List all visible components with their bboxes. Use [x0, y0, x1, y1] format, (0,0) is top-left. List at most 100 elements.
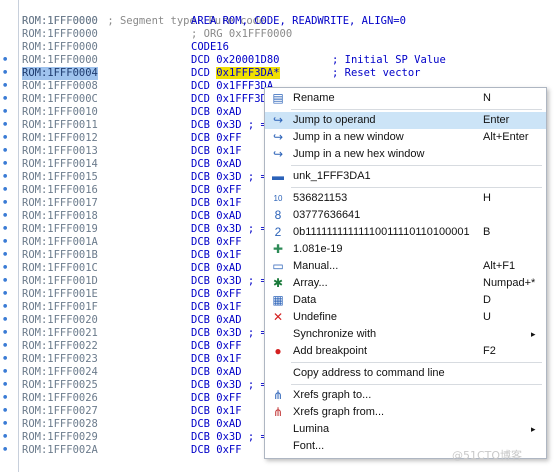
menu-separator	[291, 384, 542, 385]
menu-shortcut: N	[483, 92, 491, 104]
listing-row[interactable]: ROM:1FFF0000 CODE16	[0, 41, 560, 54]
instruction[interactable]: DCB 0xAD	[191, 106, 242, 119]
menu-manual[interactable]: ▭ Manual... Alt+F1	[265, 258, 546, 275]
menu-shortcut: D	[483, 294, 491, 306]
menu-float[interactable]: ✚ 1.081e-19	[265, 241, 546, 258]
menu-item-label: Undefine	[293, 311, 338, 323]
instruction[interactable]: DCB 0xFF	[191, 392, 242, 405]
instruction[interactable]: DCB 0x1F	[191, 197, 242, 210]
instruction[interactable]: DCB 0xFF	[191, 132, 242, 145]
menu-xrefs-to[interactable]: ⋔ Xrefs graph to...	[265, 387, 546, 404]
instruction[interactable]: AREA ROM, CODE, READWRITE, ALIGN=0	[191, 15, 406, 28]
menu-item-label: 536821153	[293, 192, 348, 204]
undefine-x-icon: ✕	[272, 310, 284, 324]
instruction[interactable]: DCB 0x1F	[191, 405, 242, 418]
instruction[interactable]: DCD 0x1FFF3DA	[191, 80, 273, 93]
menu-jump-new-hex-window[interactable]: ↪ Jump in a new hex window	[265, 146, 546, 163]
instruction[interactable]: DCB 0x3D ; =	[191, 275, 267, 288]
segment-header-row[interactable]: ROM:1FFF0000 ; Segment type: Pure code	[0, 2, 560, 27]
line-address: ROM:1FFF0012	[22, 132, 98, 144]
line-address: ROM:1FFF0022	[22, 340, 98, 352]
array-icon: ✱	[272, 276, 284, 290]
menu-synchronize-with[interactable]: Synchronize with ▸	[265, 326, 546, 343]
menu-shortcut: Alt+Enter	[483, 131, 529, 143]
line-address: ROM:1FFF0013	[22, 145, 98, 157]
line-address: ROM:1FFF0023	[22, 353, 98, 365]
instruction[interactable]: DCB 0xFF	[191, 236, 242, 249]
instruction[interactable]: DCB 0xFF	[191, 184, 242, 197]
octal-icon: 8	[274, 208, 282, 222]
instruction[interactable]: CODE16	[191, 41, 229, 54]
menu-jump-new-window[interactable]: ↪ Jump in a new window Alt+Enter	[265, 129, 546, 146]
menu-shortcut: Numpad+*	[483, 277, 536, 289]
instruction[interactable]: DCB 0xAD	[191, 314, 242, 327]
instruction[interactable]: DCB 0x3D ; =	[191, 171, 267, 184]
instruction[interactable]: DCB 0xFF	[191, 340, 242, 353]
listing-row[interactable]: • ROM:1FFF0000 DCD 0x20001D80 ; Initial SP …	[0, 54, 560, 67]
instruction[interactable]: DCB 0x3D ; =	[191, 223, 267, 236]
menu-item-label: Rename	[293, 92, 335, 104]
instruction[interactable]: DCB 0x1F	[191, 145, 242, 158]
gutter-dot-icon: •	[2, 158, 9, 170]
menu-decimal[interactable]: 10 536821153 H	[265, 190, 546, 207]
menu-xrefs-from[interactable]: ⋔ Xrefs graph from...	[265, 404, 546, 421]
line-address: ROM:1FFF0018	[22, 210, 98, 222]
menu-binary[interactable]: 2 0b11111111111110011110110100001 B	[265, 224, 546, 241]
line-address: ROM:1FFF0008	[22, 80, 98, 92]
menu-undefine[interactable]: ✕ Undefine U	[265, 309, 546, 326]
line-address: ROM:1FFF0010	[22, 106, 98, 118]
line-address: ROM:1FFF0017	[22, 197, 98, 209]
menu-array[interactable]: ✱ Array... Numpad+*	[265, 275, 546, 292]
menu-item-label: Xrefs graph to...	[293, 389, 372, 401]
menu-item-label: Add breakpoint	[293, 345, 367, 357]
menu-unk-label[interactable]: ▬ unk_1FFF3DA1	[265, 168, 546, 185]
gutter-dot-icon: •	[2, 418, 9, 430]
instruction[interactable]: DCB 0xAD	[191, 418, 242, 431]
instruction[interactable]: DCB 0x1F	[191, 353, 242, 366]
instruction[interactable]: DCD 0x1FFF3DA	[191, 93, 273, 106]
gutter-dot-icon: •	[2, 314, 9, 326]
menu-copy-address[interactable]: Copy address to command line	[265, 365, 546, 382]
line-address: ROM:1FFF0000	[22, 54, 98, 66]
line-address: ROM:1FFF001E	[22, 288, 98, 300]
gutter-dot-icon: •	[2, 210, 9, 222]
listing-row[interactable]: ROM:1FFF0000 AREA ROM, CODE, READWRITE, A…	[0, 15, 560, 28]
instruction[interactable]: DCB 0xAD	[191, 262, 242, 275]
menu-jump-to-operand[interactable]: ↪ Jump to operand Enter	[265, 112, 546, 129]
instruction[interactable]: DCB 0xAD	[191, 210, 242, 223]
line-address: ROM:1FFF0015	[22, 171, 98, 183]
menu-rename[interactable]: ▤ Rename N	[265, 90, 546, 107]
selected-operand[interactable]: 0x1FFF3DA*	[216, 67, 280, 79]
gutter-dot-icon: •	[2, 54, 9, 66]
gutter-dot-icon: •	[2, 145, 9, 157]
instruction[interactable]: DCB 0x3D ; =	[191, 379, 267, 392]
instruction[interactable]: DCB 0xAD	[191, 366, 242, 379]
instruction[interactable]: DCB 0x3D ; =	[191, 119, 267, 132]
line-address: ROM:1FFF0011	[22, 119, 98, 131]
instruction[interactable]: DCB 0x3D ; =	[191, 431, 267, 444]
menu-data[interactable]: ▦ Data D	[265, 292, 546, 309]
instruction[interactable]: DCB 0xFF	[191, 444, 242, 457]
instruction[interactable]: DCD 0x1FFF3DA*	[191, 67, 280, 80]
menu-octal[interactable]: 8 03777636641	[265, 207, 546, 224]
instruction[interactable]: DCB 0xFF	[191, 288, 242, 301]
instruction[interactable]: DCB 0xAD	[191, 158, 242, 171]
breakpoint-icon: ●	[274, 344, 282, 358]
listing-row[interactable]: • ROM:1FFF0004 DCD 0x1FFF3DA* ; Reset vecto…	[0, 67, 560, 80]
context-menu[interactable]: ▤ Rename N ↪ Jump to operand Enter ↪ Jump in a …	[264, 87, 547, 459]
instruction[interactable]: DCB 0x1F	[191, 249, 242, 262]
line-address: ROM:1FFF001B	[22, 249, 98, 261]
line-address: ROM:1FFF001F	[22, 301, 98, 313]
instruction[interactable]: ; ORG 0x1FFF0000	[191, 28, 292, 41]
menu-lumina[interactable]: Lumina ▸	[265, 421, 546, 438]
menu-separator	[291, 165, 542, 166]
line-address: ROM:1FFF0014	[22, 158, 98, 170]
gutter-dot-icon: •	[2, 353, 9, 365]
instruction[interactable]: DCB 0x3D ; =	[191, 327, 267, 340]
menu-add-breakpoint[interactable]: ● Add breakpoint F2	[265, 343, 546, 360]
instruction[interactable]: DCB 0x1F	[191, 301, 242, 314]
jump-arrow-icon: ↪	[272, 113, 284, 127]
gutter-dot-icon: •	[2, 171, 9, 183]
instruction[interactable]: DCD 0x20001D80	[191, 54, 280, 67]
listing-row[interactable]: ROM:1FFF0000 ; ORG 0x1FFF0000	[0, 28, 560, 41]
